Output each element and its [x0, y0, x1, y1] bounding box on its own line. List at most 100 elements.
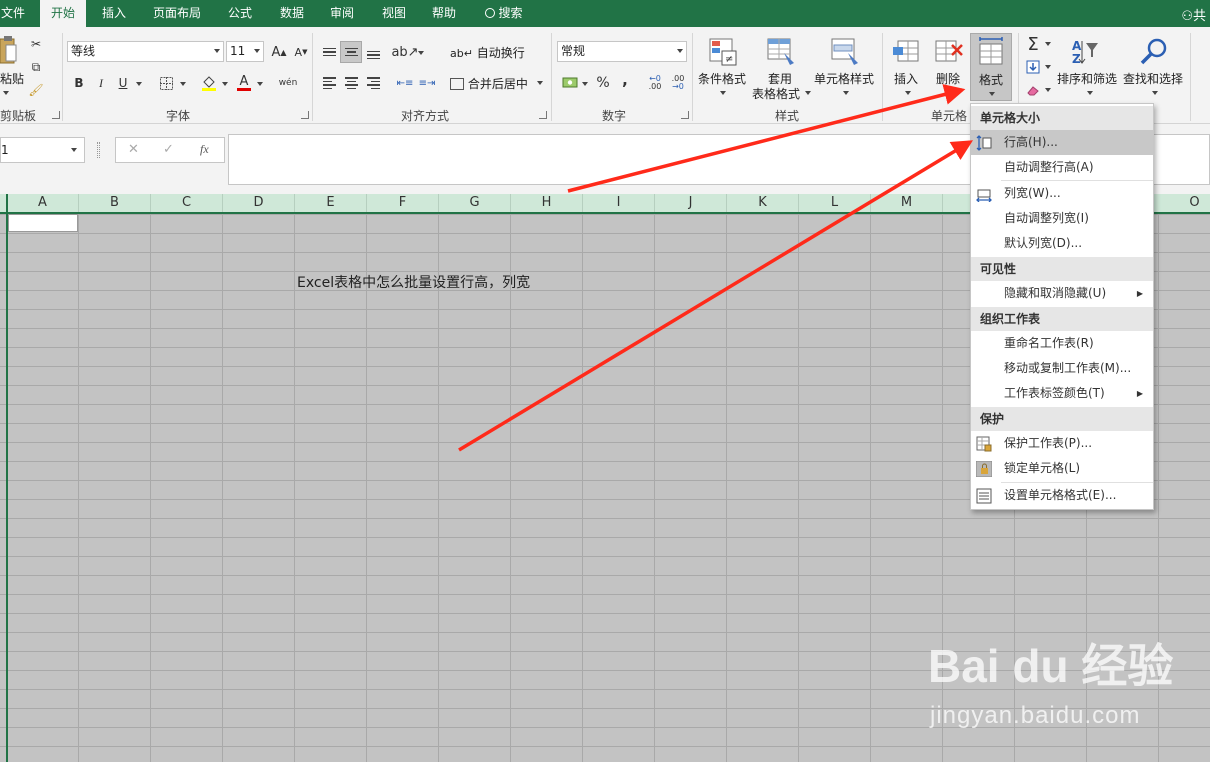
fill-dropdown-icon[interactable]	[222, 82, 228, 86]
underline-button[interactable]: U	[112, 72, 134, 94]
cell-text[interactable]: Excel表格中怎么批量设置行高，列宽	[297, 272, 530, 292]
align-left-button[interactable]	[318, 72, 340, 94]
copy-button[interactable]: ⧉	[25, 56, 47, 78]
format-cells-button[interactable]: 格式	[970, 33, 1012, 101]
column-header[interactable]: A	[7, 194, 79, 212]
tab-insert[interactable]: 插入	[94, 0, 134, 27]
menu-column-width[interactable]: 列宽(W)...	[971, 181, 1153, 206]
menu-autofit-column-width[interactable]: 自动调整列宽(I)	[971, 206, 1153, 231]
font-color-button[interactable]: A	[233, 72, 255, 94]
column-header[interactable]: E	[295, 194, 367, 212]
italic-button[interactable]: I	[90, 72, 112, 94]
grow-font-button[interactable]: A ▲	[268, 41, 290, 63]
menu-row-height[interactable]: 行高(H)...	[971, 130, 1153, 155]
resize-handle[interactable]	[97, 142, 100, 158]
decrease-decimal-button[interactable]: .00 →0	[667, 72, 689, 94]
fill-dropdown-icon[interactable]	[1045, 65, 1051, 69]
column-header[interactable]: B	[79, 194, 151, 212]
tab-formulas[interactable]: 公式	[220, 0, 260, 27]
comma-button[interactable]: ,	[614, 69, 636, 91]
font-size-combo[interactable]: 11	[226, 41, 264, 62]
align-middle-button[interactable]	[340, 41, 362, 63]
column-header[interactable]: J	[655, 194, 727, 212]
align-bottom-button[interactable]	[362, 41, 384, 63]
enter-icon[interactable]: ✓	[163, 142, 174, 157]
tab-data[interactable]: 数据	[272, 0, 312, 27]
increase-indent-button[interactable]: ≡⇥	[416, 72, 438, 94]
borders-dropdown-icon[interactable]	[180, 82, 186, 86]
menu-tab-color[interactable]: 工作表标签颜色(T) ▶	[971, 381, 1153, 406]
merge-dropdown-icon[interactable]	[537, 81, 543, 85]
find-select-button[interactable]: 查找和选择	[1123, 70, 1183, 87]
font-name-combo[interactable]: 等线	[67, 41, 224, 62]
find-dropdown-icon[interactable]	[1152, 91, 1158, 95]
column-header[interactable]: G	[439, 194, 511, 212]
number-launcher-icon[interactable]	[681, 111, 689, 119]
cell-styles-dropdown-icon[interactable]	[843, 91, 849, 95]
cut-button[interactable]: ✂	[25, 33, 47, 55]
fill-button[interactable]	[1022, 56, 1044, 78]
accounting-format-button[interactable]	[559, 72, 581, 94]
insert-cells-button[interactable]: 插入	[894, 70, 918, 87]
cell-styles-button[interactable]: 单元格样式	[814, 70, 874, 87]
alignment-launcher-icon[interactable]	[539, 111, 547, 119]
orientation-button[interactable]: ab↗	[391, 41, 418, 63]
tab-view[interactable]: 视图	[374, 0, 414, 27]
cancel-icon[interactable]: ✕	[128, 142, 139, 157]
tab-page-layout[interactable]: 页面布局	[146, 0, 208, 27]
paste-dropdown-icon[interactable]	[3, 91, 9, 95]
insert-dropdown-icon[interactable]	[905, 91, 911, 95]
column-header[interactable]: K	[727, 194, 799, 212]
menu-move-copy-sheet[interactable]: 移动或复制工作表(M)...	[971, 356, 1153, 381]
column-header[interactable]: C	[151, 194, 223, 212]
underline-dropdown-icon[interactable]	[136, 82, 142, 86]
table-format-dropdown-icon[interactable]	[805, 91, 811, 95]
font-color-dropdown-icon[interactable]	[257, 82, 263, 86]
conditional-dropdown-icon[interactable]	[720, 91, 726, 95]
number-format-combo[interactable]: 常规	[557, 41, 687, 62]
align-center-button[interactable]	[340, 72, 362, 94]
name-box[interactable]: 1	[0, 137, 85, 163]
menu-lock-cell[interactable]: 锁定单元格(L)	[971, 456, 1153, 481]
tab-review[interactable]: 审阅	[322, 0, 362, 27]
phonetic-button[interactable]: wén	[276, 72, 300, 94]
delete-dropdown-icon[interactable]	[947, 91, 953, 95]
insert-function-icon[interactable]: fx	[200, 142, 209, 157]
orientation-dropdown-icon[interactable]	[418, 51, 424, 55]
column-header[interactable]: L	[799, 194, 871, 212]
format-painter-button[interactable]: 🖌	[25, 79, 47, 101]
column-header[interactable]: I	[583, 194, 655, 212]
share-button[interactable]: ⚇共	[1181, 5, 1206, 24]
tab-help[interactable]: 帮助	[424, 0, 464, 27]
autosum-button[interactable]: Σ	[1022, 33, 1044, 55]
menu-autofit-row-height[interactable]: 自动调整行高(A)	[971, 155, 1153, 180]
shrink-font-button[interactable]: A ▼	[290, 41, 312, 63]
wrap-text-button[interactable]: ab↵ 自动换行	[450, 44, 525, 61]
clear-button[interactable]	[1022, 79, 1044, 101]
column-header[interactable]: M	[871, 194, 943, 212]
sort-dropdown-icon[interactable]	[1087, 91, 1093, 95]
tab-home[interactable]: 开始	[40, 0, 86, 27]
bold-button[interactable]: B	[68, 72, 90, 94]
conditional-format-button[interactable]: 条件格式	[698, 70, 746, 87]
decrease-indent-button[interactable]: ⇤≡	[394, 72, 416, 94]
increase-decimal-button[interactable]: ←0.00	[644, 72, 666, 94]
menu-hide-unhide[interactable]: 隐藏和取消隐藏(U) ▶	[971, 281, 1153, 306]
column-header[interactable]: O	[1159, 194, 1210, 212]
menu-format-cells[interactable]: 设置单元格格式(E)...	[971, 483, 1153, 508]
font-launcher-icon[interactable]	[301, 111, 309, 119]
clear-dropdown-icon[interactable]	[1045, 88, 1051, 92]
autosum-dropdown-icon[interactable]	[1045, 42, 1051, 46]
merge-center-button[interactable]: 合并后居中	[450, 75, 528, 92]
active-cell[interactable]	[8, 214, 78, 232]
tab-file[interactable]: 文件	[0, 0, 26, 27]
accounting-dropdown-icon[interactable]	[582, 82, 588, 86]
column-header[interactable]: D	[223, 194, 295, 212]
percent-button[interactable]: %	[592, 72, 614, 94]
menu-rename-sheet[interactable]: 重命名工作表(R)	[971, 331, 1153, 356]
align-top-button[interactable]	[318, 41, 340, 63]
clipboard-launcher-icon[interactable]	[52, 111, 60, 119]
fill-color-button[interactable]	[198, 72, 220, 94]
column-header[interactable]: F	[367, 194, 439, 212]
tell-me-search[interactable]: 搜索	[478, 0, 530, 27]
